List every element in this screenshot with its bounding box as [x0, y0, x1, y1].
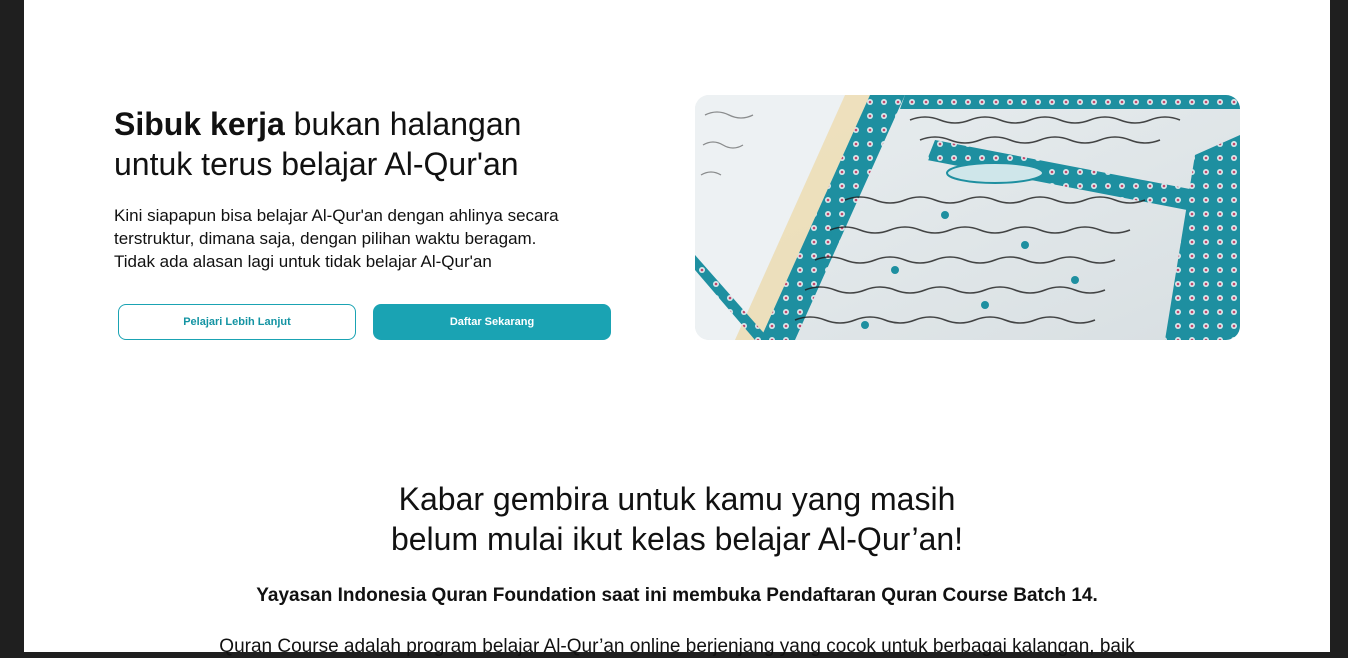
hero-description-line: Tidak ada alasan lagi untuk tidak belaja… — [114, 252, 492, 271]
page: Sibuk kerja bukan halangan untuk terus b… — [24, 0, 1330, 657]
announcement-subheading: Yayasan Indonesia Quran Foundation saat … — [256, 585, 1098, 606]
announcement-section: Kabar gembira untuk kamu yang masih belu… — [24, 365, 1330, 657]
hero-title-rest: bukan halangan — [284, 106, 522, 142]
hero-description-line: Kini siapapun bisa belajar Al-Qur'an den… — [114, 206, 559, 225]
learn-more-button[interactable]: Pelajari Lebih Lanjut — [118, 304, 356, 340]
hero-section: Sibuk kerja bukan halangan untuk terus b… — [24, 0, 1330, 365]
announcement-paragraph: Quran Course adalah program belajar Al-Q… — [219, 636, 1135, 657]
register-button[interactable]: Daftar Sekarang — [373, 304, 611, 340]
quran-page-image — [695, 95, 1240, 340]
announcement-heading-line2: belum mulai ikut kelas belajar Al-Qur’an… — [390, 521, 964, 557]
hero-text-block: Sibuk kerja bukan halangan untuk terus b… — [114, 104, 674, 273]
announcement-heading-line1: Kabar gembira untuk kamu yang masih — [398, 481, 956, 517]
hero-title-line2: untuk terus belajar Al-Qur'an — [114, 146, 519, 182]
hero-title-bold: Sibuk kerja — [114, 106, 285, 142]
hero-title: Sibuk kerja bukan halangan untuk terus b… — [114, 104, 674, 184]
announcement-heading: Kabar gembira untuk kamu yang masih belu… — [24, 479, 1330, 559]
hero-description-line: terstruktur, dimana saja, dengan pilihan… — [114, 229, 537, 248]
hero-description: Kini siapapun bisa belajar Al-Qur'an den… — [114, 204, 674, 273]
